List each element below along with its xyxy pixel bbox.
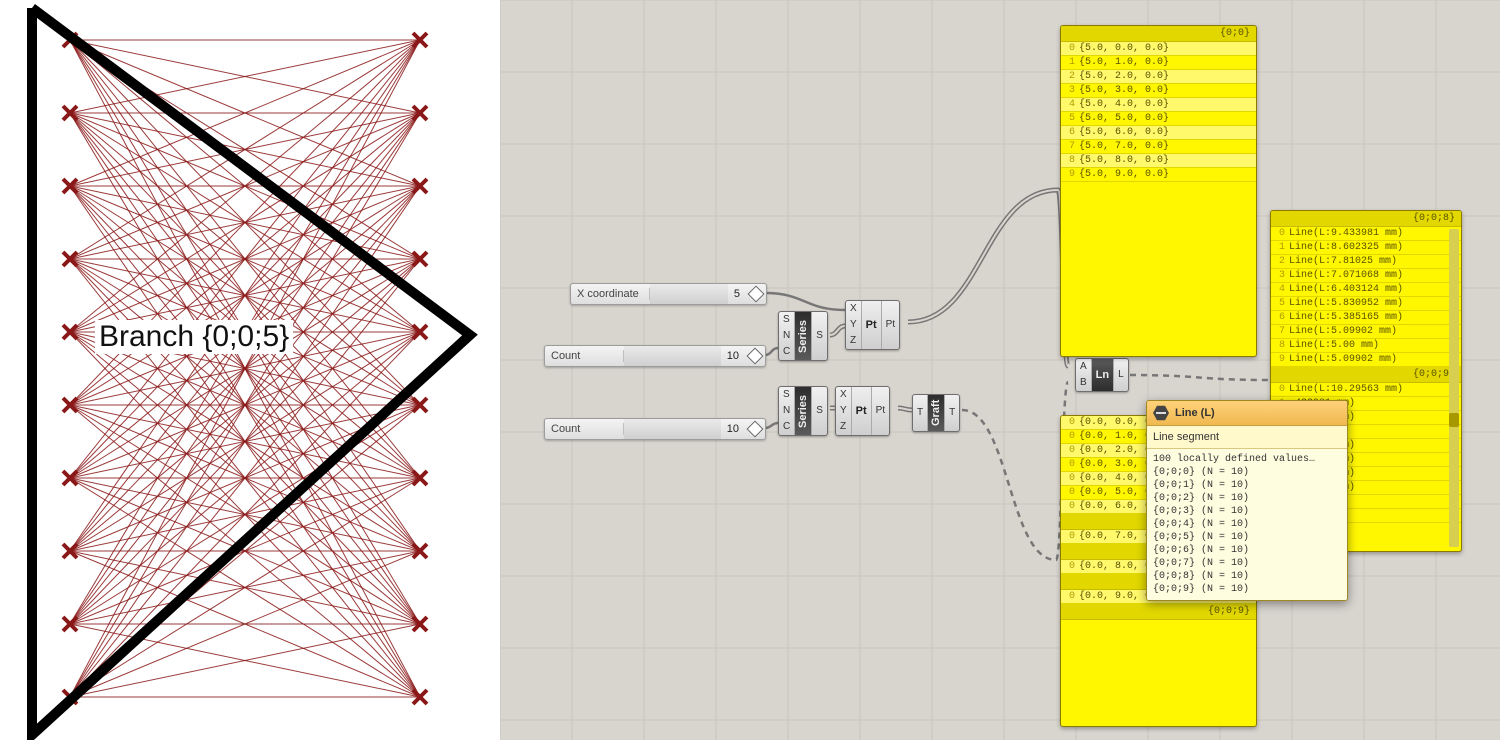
tooltip-branch-line: {0;0;5} (N = 10) — [1153, 531, 1341, 544]
component-line[interactable]: A B Ln L — [1075, 358, 1129, 392]
panel-path-header: {0;0} — [1061, 26, 1256, 42]
scrollbar-thumb[interactable] — [1449, 413, 1459, 427]
rhino-viewport: Branch {0;0;5} — [0, 0, 500, 740]
table-row: 4{5.0, 4.0, 0.0} — [1061, 98, 1256, 112]
tooltip-branch-line: {0;0;9} (N = 10) — [1153, 583, 1341, 596]
component-construct-point-1[interactable]: X Y Z Pt Pt — [845, 300, 900, 350]
slider-x-coordinate[interactable]: X coordinate 5 — [570, 283, 767, 305]
table-row: 0Line(L:9.433981 mm) — [1271, 227, 1461, 241]
table-row: 1{5.0, 1.0, 0.0} — [1061, 56, 1256, 70]
table-row: 7Line(L:5.09902 mm) — [1271, 325, 1461, 339]
diamond-icon — [747, 348, 764, 365]
table-row: 1Line(L:8.602325 mm) — [1271, 241, 1461, 255]
table-row: 2Line(L:7.81025 mm) — [1271, 255, 1461, 269]
table-row: 2{5.0, 2.0, 0.0} — [1061, 70, 1256, 84]
table-row: 5Line(L:5.830952 mm) — [1271, 297, 1461, 311]
table-row: 9{5.0, 9.0, 0.0} — [1061, 168, 1256, 182]
table-row: 8{5.0, 8.0, 0.0} — [1061, 154, 1256, 168]
component-series-1[interactable]: S N C Series S — [778, 311, 828, 361]
scrollbar[interactable] — [1449, 229, 1459, 547]
tooltip-description: Line segment — [1147, 426, 1347, 449]
panel-path-header: {0;0;9} — [1061, 604, 1256, 620]
table-row: 0Line(L:10.29563 mm) — [1271, 383, 1461, 397]
tooltip-branch-line: {0;0;2} (N = 10) — [1153, 492, 1341, 505]
table-row: 0{5.0, 0.0, 0.0} — [1061, 42, 1256, 56]
table-row: 9Line(L:5.09902 mm) — [1271, 353, 1461, 367]
table-row: 3Line(L:7.071068 mm) — [1271, 269, 1461, 283]
table-row: 6{5.0, 6.0, 0.0} — [1061, 126, 1256, 140]
tooltip-branch-line: {0;0;3} (N = 10) — [1153, 505, 1341, 518]
table-row: 7{5.0, 7.0, 0.0} — [1061, 140, 1256, 154]
tooltip-summary: 100 locally defined values… — [1153, 453, 1341, 466]
table-row: 4Line(L:6.403124 mm) — [1271, 283, 1461, 297]
branch-label: Branch {0;0;5} — [95, 320, 293, 354]
tooltip-branch-line: {0;0;1} (N = 10) — [1153, 479, 1341, 492]
table-row: 5{5.0, 5.0, 0.0} — [1061, 112, 1256, 126]
tooltip-line-output: Line (L) Line segment 100 locally define… — [1146, 400, 1348, 601]
tooltip-branch-line: {0;0;8} (N = 10) — [1153, 570, 1341, 583]
tooltip-title: Line (L) — [1175, 406, 1215, 420]
panel-path-header: {0;0;8} — [1271, 211, 1461, 227]
panel-path-header: {0;0;9} — [1271, 367, 1461, 383]
tooltip-branch-line: {0;0;6} (N = 10) — [1153, 544, 1341, 557]
component-series-2[interactable]: S N C Series S — [778, 386, 828, 436]
table-row: 8Line(L:5.00 mm) — [1271, 339, 1461, 353]
grasshopper-canvas[interactable]: X coordinate 5 Count 10 Count 10 S N C S… — [500, 0, 1500, 740]
table-row: 6Line(L:5.385165 mm) — [1271, 311, 1461, 325]
component-icon — [1153, 405, 1169, 421]
table-row: 3{5.0, 3.0, 0.0} — [1061, 84, 1256, 98]
branch-indicator-triangle — [32, 8, 470, 735]
tooltip-branch-line: {0;0;7} (N = 10) — [1153, 557, 1341, 570]
component-graft[interactable]: T Graft T — [912, 394, 960, 432]
diamond-icon — [747, 421, 764, 438]
panel-points-a[interactable]: {0;0} 0{5.0, 0.0, 0.0}1{5.0, 1.0, 0.0}2{… — [1060, 25, 1257, 357]
slider-count-1[interactable]: Count 10 — [544, 345, 766, 367]
component-construct-point-2[interactable]: X Y Z Pt Pt — [835, 386, 890, 436]
slider-count-2[interactable]: Count 10 — [544, 418, 766, 440]
diamond-icon — [748, 286, 765, 303]
tooltip-branch-line: {0;0;0} (N = 10) — [1153, 466, 1341, 479]
tooltip-branch-line: {0;0;4} (N = 10) — [1153, 518, 1341, 531]
